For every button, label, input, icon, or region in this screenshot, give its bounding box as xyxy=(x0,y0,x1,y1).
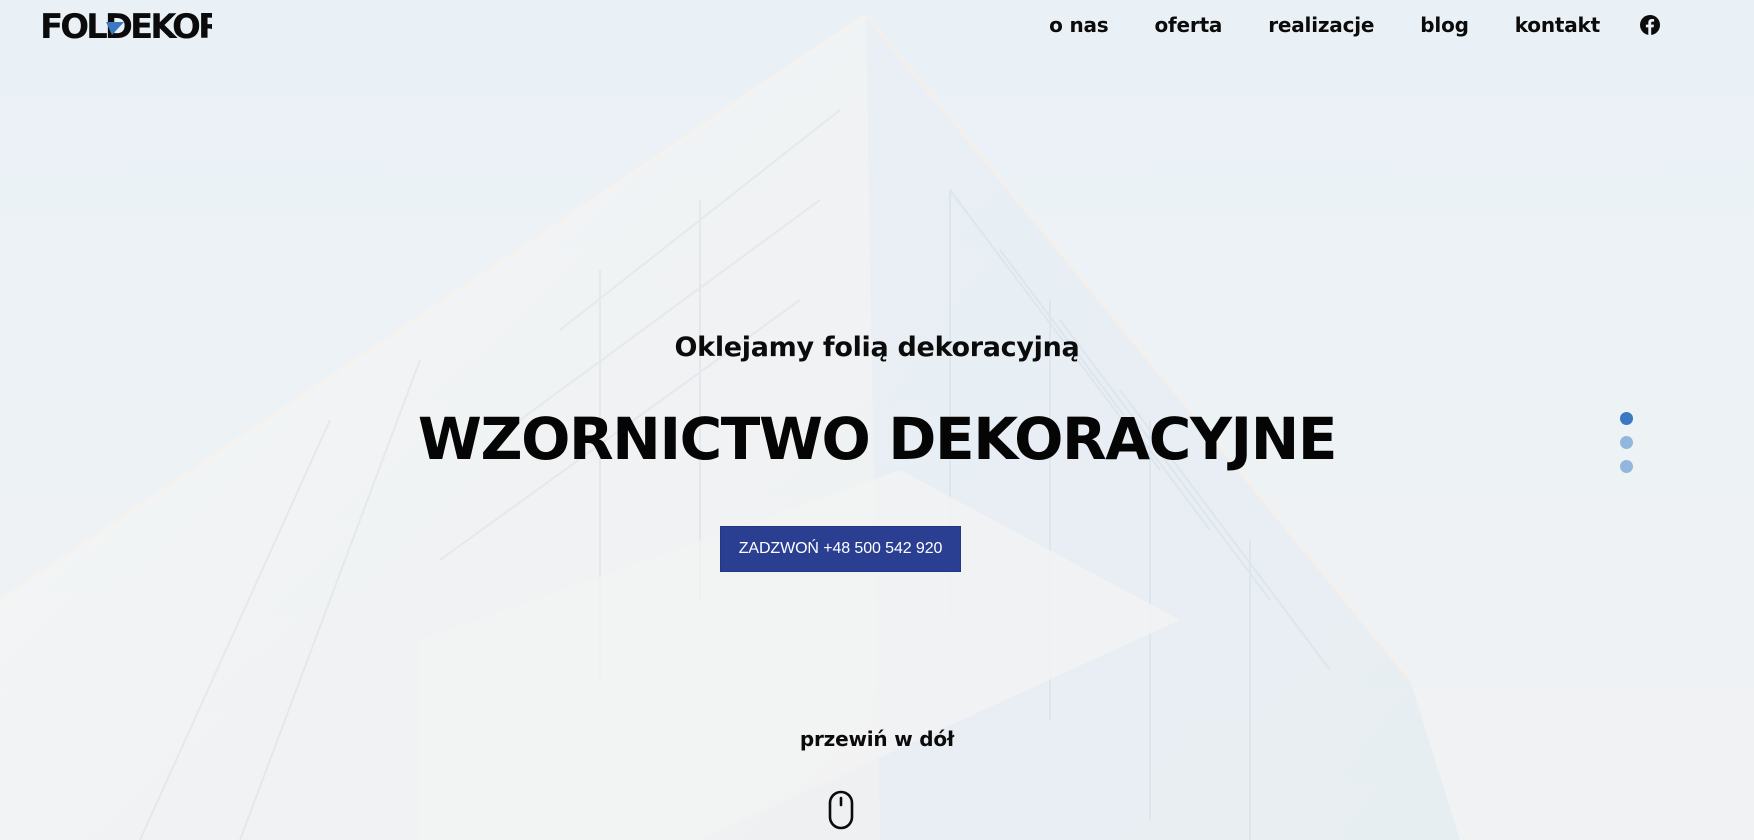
hero-title: WZORNICTWO DEKORACYJNE xyxy=(417,405,1338,473)
hero-subtitle: Oklejamy folią dekoracyjną xyxy=(674,332,1080,363)
nav-oferta[interactable]: oferta xyxy=(1155,13,1223,37)
logo-text: FOLDEKOR xyxy=(40,8,212,42)
page: FOLDEKOR o nas oferta realizacje blog ko… xyxy=(0,0,1754,840)
scroll-down-label[interactable]: przewiń w dół xyxy=(0,727,1754,751)
slider-dot-1[interactable] xyxy=(1620,412,1633,425)
call-button[interactable]: ZADZWOŃ +48 500 542 920 xyxy=(720,526,961,572)
nav-kontakt[interactable]: kontakt xyxy=(1515,13,1600,37)
main-nav: o nas oferta realizacje blog kontakt xyxy=(1049,10,1660,40)
nav-blog[interactable]: blog xyxy=(1420,13,1469,37)
nav-realizacje[interactable]: realizacje xyxy=(1268,13,1374,37)
slider-pagination xyxy=(1620,412,1634,484)
foldekor-logo[interactable]: FOLDEKOR xyxy=(40,8,212,42)
mouse-icon[interactable] xyxy=(828,790,854,830)
nav-o-nas[interactable]: o nas xyxy=(1049,13,1109,37)
slider-dot-3[interactable] xyxy=(1620,460,1633,473)
facebook-icon[interactable] xyxy=(1640,15,1660,35)
slider-dot-2[interactable] xyxy=(1620,436,1633,449)
